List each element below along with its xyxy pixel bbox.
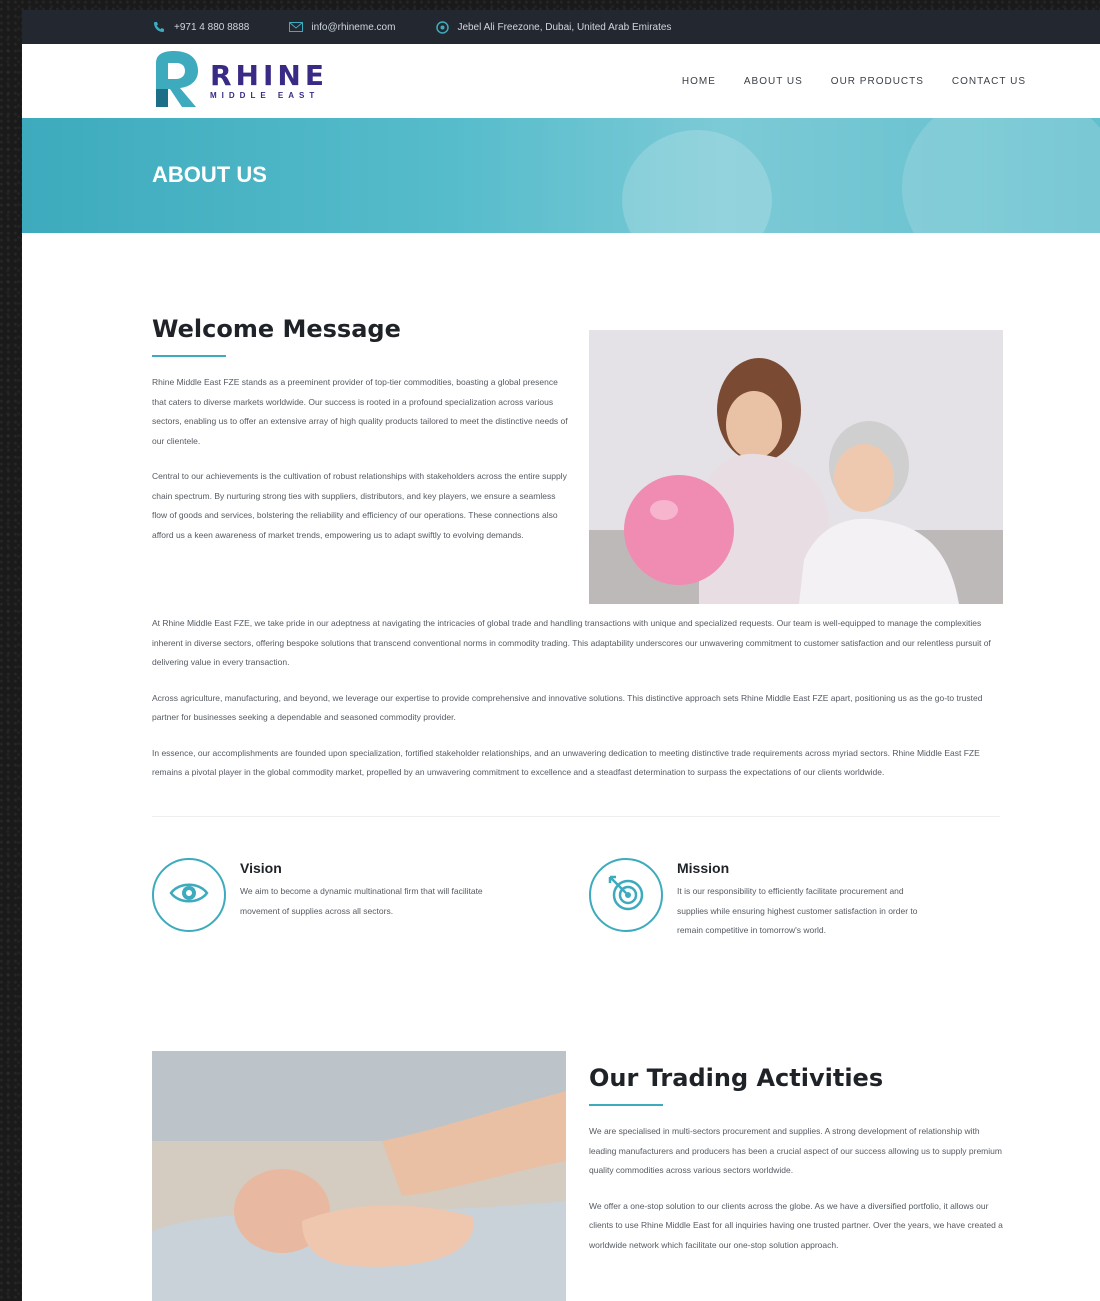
baby-massage-photo bbox=[152, 1051, 566, 1301]
target-icon bbox=[606, 873, 646, 918]
page-title: ABOUT US bbox=[152, 162, 267, 187]
vision-icon-circle bbox=[152, 858, 226, 932]
page: +971 4 880 8888 info@rhineme.com Jebel A… bbox=[22, 10, 1100, 1301]
main-nav: HOME ABOUT US OUR PRODUCTS CONTACT US bbox=[682, 76, 1026, 87]
site-header: RHINE MIDDLE EAST HOME ABOUT US OUR PROD… bbox=[22, 44, 1100, 118]
trading-section: Our Trading Activities We are specialise… bbox=[589, 1064, 1003, 1271]
heading-underline bbox=[152, 355, 226, 357]
trading-paragraph-2: We offer a one-stop solution to our clie… bbox=[589, 1200, 1003, 1250]
page-banner: ABOUT US bbox=[22, 118, 1100, 233]
trading-heading: Our Trading Activities bbox=[589, 1064, 884, 1092]
heading-underline bbox=[589, 1104, 663, 1106]
email-contact[interactable]: info@rhineme.com bbox=[289, 20, 395, 34]
mission-text: It is our responsibility to efficiently … bbox=[677, 886, 918, 935]
mission-title: Mission bbox=[677, 860, 730, 876]
location-icon bbox=[435, 20, 449, 34]
section-divider bbox=[152, 816, 1000, 817]
banner-baby-image bbox=[622, 130, 772, 233]
phone-icon bbox=[152, 20, 166, 34]
email-address: info@rhineme.com bbox=[311, 21, 396, 33]
about-paragraph-4: Across agriculture, manufacturing, and b… bbox=[152, 692, 983, 723]
nav-about-us[interactable]: ABOUT US bbox=[744, 76, 803, 87]
nav-contact-us[interactable]: CONTACT US bbox=[952, 76, 1026, 87]
logo-mark-icon bbox=[152, 49, 204, 114]
logo-subtitle: MIDDLE EAST bbox=[210, 91, 320, 100]
address-text: Jebel Ali Freezone, Dubai, United Arab E… bbox=[457, 21, 672, 33]
eye-icon bbox=[169, 880, 209, 911]
phone-contact[interactable]: +971 4 880 8888 bbox=[152, 20, 249, 34]
vision-block: Vision We aim to become a dynamic multin… bbox=[152, 858, 500, 932]
welcome-section: Welcome Message Rhine Middle East FZE st… bbox=[152, 315, 572, 561]
banner-decor bbox=[902, 118, 1100, 233]
address-contact[interactable]: Jebel Ali Freezone, Dubai, United Arab E… bbox=[435, 20, 671, 34]
welcome-heading: Welcome Message bbox=[152, 315, 401, 343]
top-contact-bar: +971 4 880 8888 info@rhineme.com Jebel A… bbox=[22, 10, 1100, 44]
about-full-text: At Rhine Middle East FZE, we take pride … bbox=[152, 614, 1000, 799]
nav-our-products[interactable]: OUR PRODUCTS bbox=[831, 76, 924, 87]
mother-grandmother-photo bbox=[589, 330, 1003, 604]
about-paragraph-3: At Rhine Middle East FZE, we take pride … bbox=[152, 618, 991, 667]
vision-title: Vision bbox=[240, 860, 282, 876]
vision-text: We aim to become a dynamic multinational… bbox=[240, 886, 483, 916]
logo[interactable]: RHINE MIDDLE EAST bbox=[152, 49, 328, 114]
mission-icon-circle bbox=[589, 858, 663, 932]
trading-paragraph-1: We are specialised in multi-sectors proc… bbox=[589, 1126, 1002, 1175]
welcome-paragraph-2: Central to our achievements is the culti… bbox=[152, 471, 567, 540]
envelope-icon bbox=[289, 20, 304, 34]
phone-number: +971 4 880 8888 bbox=[174, 21, 250, 33]
welcome-paragraph-1: Rhine Middle East FZE stands as a preemi… bbox=[152, 377, 568, 446]
logo-wordmark: RHINE bbox=[210, 59, 328, 92]
about-paragraph-5: In essence, our accomplishments are foun… bbox=[152, 747, 980, 778]
mission-block: Mission It is our responsibility to effi… bbox=[589, 858, 937, 941]
nav-home[interactable]: HOME bbox=[682, 76, 716, 87]
